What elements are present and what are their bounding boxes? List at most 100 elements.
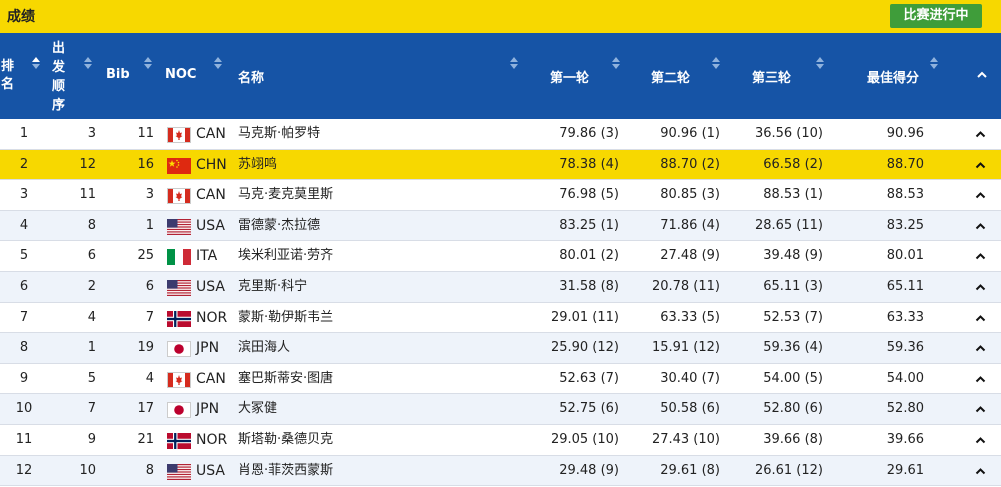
collapse-all-chevron-up-icon[interactable] — [976, 69, 988, 81]
noc-cell: CAN — [196, 126, 226, 142]
column-header-round1[interactable]: 第一轮 — [550, 67, 589, 86]
chevron-up-icon[interactable] — [975, 130, 986, 138]
column-header-order[interactable]: 出发顺序 — [52, 39, 68, 115]
round3-score: 66.58 (2) — [763, 156, 823, 172]
chevron-up-icon[interactable] — [975, 375, 986, 383]
rank-cell: 7 — [19, 309, 29, 325]
athlete-name[interactable]: 克里斯·科宁 — [238, 272, 307, 302]
table-row[interactable]: 3 11 3 CAN 马克·麦克莫里斯 76.98 (5) 80.85 (3) 88.53 (… — [0, 180, 1001, 211]
athlete-name[interactable]: 滨田海人 — [238, 333, 290, 363]
best-score: 80.01 — [886, 248, 924, 264]
competition-status-button[interactable]: 比赛进行中 — [890, 4, 982, 28]
best-score: 83.25 — [886, 217, 924, 233]
chevron-up-icon[interactable] — [975, 222, 986, 230]
chevron-up-icon[interactable] — [975, 436, 986, 444]
best-score: 54.00 — [886, 370, 924, 386]
chevron-up-icon[interactable] — [975, 161, 986, 169]
round3-score: 59.36 (4) — [763, 340, 823, 356]
sort-arrows-icon[interactable] — [930, 57, 939, 69]
sort-arrows-icon[interactable] — [816, 57, 825, 69]
table-row[interactable]: 5 6 25 ITA 埃米利亚诺·劳齐 80.01 (2) 27.48 (9) 39.48 (… — [0, 241, 1001, 272]
bib-cell: 16 — [137, 156, 154, 172]
china-flag-icon — [167, 157, 191, 174]
noc-cell: CAN — [196, 187, 226, 204]
athlete-name[interactable]: 大冢健 — [238, 394, 277, 424]
sort-arrows-icon[interactable] — [84, 57, 93, 69]
table-row[interactable]: 4 8 1 USA 雷德蒙·杰拉德 83.25 (1) 71.86 (4) 28.65 (11… — [0, 210, 1001, 242]
table-row[interactable]: 7 4 7 NOR 蒙斯·勒伊斯韦兰 29.01 (11) 63.33 (5) 52.53 (… — [0, 303, 1001, 334]
best-score: 39.66 — [886, 431, 924, 447]
column-header-rank[interactable]: 排名 — [1, 58, 17, 94]
athlete-name[interactable]: 马克·麦克莫里斯 — [238, 180, 333, 210]
sort-arrows-icon[interactable] — [612, 57, 621, 69]
noc-cell: JPN — [196, 401, 220, 418]
noc-cell: ITA — [196, 248, 218, 265]
rank-cell: 11 — [15, 431, 33, 447]
best-score: 63.33 — [886, 309, 924, 325]
round3-score: 39.66 (8) — [763, 431, 823, 447]
start-order-cell: 8 — [87, 217, 96, 233]
table-row[interactable]: 6 2 6 USA 克里斯·科宁 31.58 (8) 20.78 (11) 65.11 (3)… — [0, 271, 1001, 303]
start-order-cell: 3 — [87, 126, 96, 141]
athlete-name[interactable]: 塞巴斯蒂安·图唐 — [238, 364, 333, 394]
column-header-bib[interactable]: Bib — [106, 67, 130, 82]
table-row[interactable]: 1 3 11 CAN 马克斯·帕罗特 79.86 (3) 90.96 (1) 36.56 (1… — [0, 119, 1001, 150]
sort-arrows-icon[interactable] — [32, 57, 41, 69]
best-score: 29.61 — [886, 462, 924, 478]
athlete-name[interactable]: 蒙斯·勒伊斯韦兰 — [238, 303, 333, 333]
canada-flag-icon — [167, 127, 191, 143]
bib-cell: 4 — [145, 370, 154, 386]
bib-cell: 19 — [137, 340, 154, 356]
start-order-cell: 2 — [87, 278, 96, 294]
athlete-name[interactable]: 苏翊鸣 — [238, 150, 277, 180]
chevron-up-icon[interactable] — [975, 405, 986, 413]
table-row[interactable]: 2 12 16 CHN 苏翊鸣 78.38 (4) 88.70 (2) 66.58 (2) 88… — [0, 149, 1001, 181]
athlete-name[interactable]: 埃米利亚诺·劳齐 — [238, 241, 333, 271]
sort-arrows-icon[interactable] — [510, 57, 519, 69]
rank-cell: 3 — [19, 187, 29, 203]
sort-arrows-icon[interactable] — [214, 57, 223, 69]
athlete-name[interactable]: 马克斯·帕罗特 — [238, 119, 320, 149]
start-order-cell: 5 — [87, 370, 96, 386]
rank-cell: 12 — [15, 462, 33, 478]
results-header-bar: 成绩 比赛进行中 — [0, 0, 1001, 33]
rank-cell: 9 — [19, 370, 29, 386]
column-header-name[interactable]: 名称 — [238, 67, 264, 86]
best-score: 90.96 — [886, 126, 924, 141]
japan-flag-icon — [167, 341, 191, 358]
rank-cell: 5 — [19, 248, 29, 264]
column-header-best[interactable]: 最佳得分 — [867, 67, 919, 86]
bib-cell: 6 — [145, 278, 154, 294]
chevron-up-icon[interactable] — [975, 283, 986, 291]
table-row[interactable]: 8 1 19 JPN 滨田海人 25.90 (12) 15.91 (12) 59.36 (4)… — [0, 333, 1001, 364]
start-order-cell: 1 — [87, 340, 96, 356]
table-row[interactable]: 10 7 17 JPN 大冢健 52.75 (6) 50.58 (6) 52.80 (6) 52… — [0, 394, 1001, 425]
round3-score: 26.61 (12) — [754, 462, 823, 478]
noc-cell: USA — [196, 462, 225, 479]
rank-cell: 6 — [19, 278, 29, 294]
table-row[interactable]: 12 10 8 USA 肖恩·菲茨西蒙斯 29.48 (9) 29.61 (8) 26.61 … — [0, 455, 1001, 487]
chevron-up-icon[interactable] — [975, 344, 986, 352]
sort-arrows-icon[interactable] — [144, 57, 153, 69]
chevron-up-icon[interactable] — [975, 314, 986, 322]
noc-cell: CAN — [196, 370, 226, 387]
best-score: 88.53 — [886, 187, 924, 203]
chevron-up-icon[interactable] — [975, 252, 986, 260]
column-header-noc[interactable]: NOC — [165, 67, 196, 82]
athlete-name[interactable]: 雷德蒙·杰拉德 — [238, 211, 320, 241]
chevron-up-icon[interactable] — [975, 467, 986, 475]
athlete-name[interactable]: 肖恩·菲茨西蒙斯 — [238, 456, 333, 486]
column-header-round2[interactable]: 第二轮 — [651, 67, 690, 86]
rank-cell: 1 — [19, 126, 29, 141]
rank-cell: 2 — [19, 156, 29, 172]
noc-cell: USA — [196, 217, 225, 234]
canada-flag-icon — [167, 371, 191, 388]
column-header-round3[interactable]: 第三轮 — [752, 67, 791, 86]
chevron-up-icon[interactable] — [975, 191, 986, 199]
best-score: 88.70 — [886, 156, 924, 172]
bib-cell: 8 — [145, 462, 154, 478]
sort-arrows-icon[interactable] — [712, 57, 721, 69]
table-row[interactable]: 11 9 21 NOR 斯塔勒·桑德贝克 29.05 (10) 27.43 (10) 39.6… — [0, 425, 1001, 456]
athlete-name[interactable]: 斯塔勒·桑德贝克 — [238, 425, 333, 455]
table-row[interactable]: 9 5 4 CAN 塞巴斯蒂安·图唐 52.63 (7) 30.40 (7) 54.00 (5… — [0, 364, 1001, 395]
